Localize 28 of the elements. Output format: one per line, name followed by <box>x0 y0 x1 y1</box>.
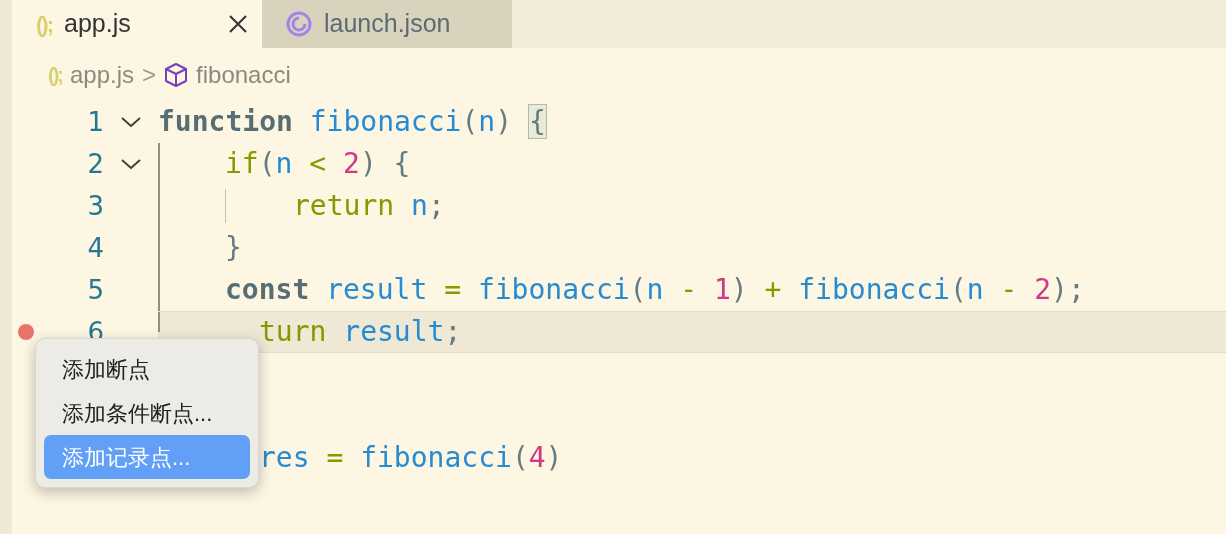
code-line: const result = fibonacci(n - 1) + fibonacci(n - 2); <box>225 272 1085 308</box>
code-line: } <box>225 230 242 266</box>
breakpoint-icon[interactable] <box>18 324 34 340</box>
breadcrumb-item[interactable]: fibonacci <box>196 56 291 93</box>
line-number: 3 <box>86 189 104 223</box>
code-line: turn result; <box>259 314 462 350</box>
menu-item[interactable]: 添加断点 <box>44 347 250 391</box>
editor-tab[interactable]: launch.json <box>262 0 512 48</box>
fold-chevron-icon[interactable] <box>120 157 142 171</box>
breadcrumb-separator: > <box>142 59 157 90</box>
swirl-icon <box>286 11 312 37</box>
line-number: 4 <box>86 231 104 265</box>
code-line: res = fibonacci(4) <box>259 440 563 476</box>
line-number: 5 <box>86 273 104 307</box>
editor-tab[interactable]: (); app.js <box>12 0 262 48</box>
menu-item[interactable]: 添加条件断点... <box>44 391 250 435</box>
breadcrumb-item[interactable]: app.js <box>70 56 135 93</box>
code-line: function fibonacci(n) { <box>158 104 546 140</box>
line-number: 2 <box>86 147 104 181</box>
fold-chevron-icon[interactable] <box>120 115 142 129</box>
code-line: if(n < 2) { <box>225 146 411 182</box>
js-file-icon: (); <box>48 59 62 90</box>
close-icon[interactable] <box>228 14 248 34</box>
menu-item[interactable]: 添加记录点... <box>44 435 250 479</box>
js-file-icon: (); <box>36 7 52 41</box>
line-number: 1 <box>86 105 104 139</box>
code-line: return n; <box>293 188 445 224</box>
cube-icon <box>164 61 189 88</box>
